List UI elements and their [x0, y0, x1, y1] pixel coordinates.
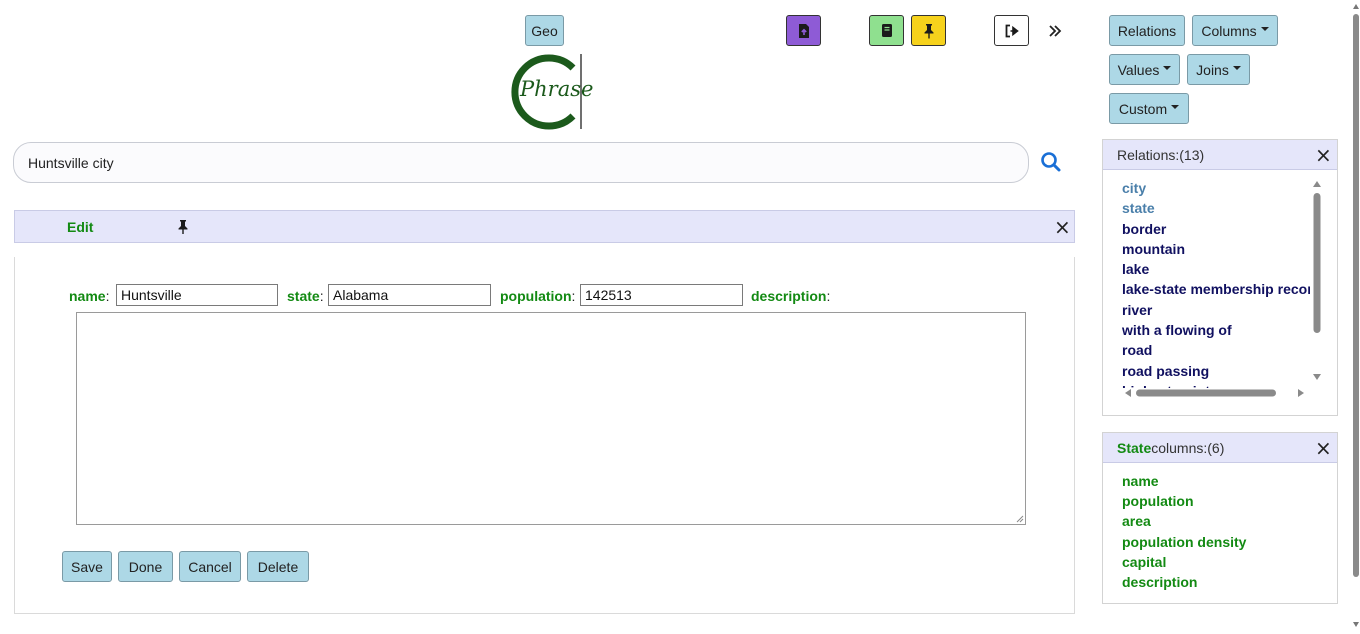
- pin-button[interactable]: [911, 15, 946, 46]
- columns-panel-header: State columns:(6): [1103, 433, 1337, 463]
- pin-icon: [924, 23, 933, 38]
- relation-item[interactable]: city: [1122, 178, 1310, 198]
- relations-close-icon[interactable]: ×: [1315, 145, 1332, 165]
- done-button[interactable]: Done: [118, 551, 173, 582]
- population-label: population:: [500, 288, 576, 304]
- book-icon: [881, 24, 892, 37]
- relations-panel: Relations:(13) × city state border mountain…: [1102, 139, 1338, 416]
- values-dropdown[interactable]: Values: [1109, 54, 1180, 85]
- upload-button[interactable]: [786, 15, 821, 46]
- logout-button[interactable]: [994, 15, 1029, 46]
- search-button[interactable]: [1040, 151, 1062, 173]
- search-input-value: Huntsville city: [28, 154, 114, 171]
- relation-item[interactable]: with a flowing of: [1122, 320, 1310, 340]
- column-item[interactable]: population: [1122, 491, 1322, 511]
- relation-item[interactable]: border: [1122, 219, 1310, 239]
- search-icon: [1041, 152, 1061, 172]
- caret-down-icon: [1163, 65, 1172, 70]
- columns-close-icon[interactable]: ×: [1315, 438, 1332, 458]
- resize-handle-icon[interactable]: [1016, 515, 1024, 523]
- joins-dropdown[interactable]: Joins: [1187, 54, 1250, 85]
- columns-panel-entity: State: [1117, 439, 1152, 456]
- description-label: description:: [751, 288, 831, 304]
- caret-down-icon: [1232, 65, 1241, 70]
- edit-close-icon[interactable]: ×: [1054, 217, 1071, 237]
- relation-item[interactable]: mountain: [1122, 239, 1310, 259]
- column-item[interactable]: capital: [1122, 552, 1322, 572]
- relation-item[interactable]: road passing: [1122, 361, 1310, 381]
- relations-button[interactable]: Relations: [1109, 15, 1185, 46]
- columns-dropdown[interactable]: Columns: [1192, 15, 1278, 46]
- delete-button[interactable]: Delete: [247, 551, 309, 582]
- relations-horizontal-scrollbar[interactable]: [1122, 386, 1310, 400]
- columns-panel-title: columns:(6): [1151, 439, 1225, 456]
- logo: Phrase: [505, 54, 593, 130]
- relation-item[interactable]: lake: [1122, 259, 1310, 279]
- collapse-button[interactable]: [1045, 20, 1065, 42]
- edit-panel-title: Edit: [67, 219, 94, 235]
- save-button[interactable]: Save: [62, 551, 112, 582]
- relation-item[interactable]: state: [1122, 198, 1310, 218]
- state-label: state:: [287, 288, 324, 304]
- double-chevron-right-icon: [1049, 25, 1062, 37]
- pin-icon: [178, 220, 188, 234]
- column-item[interactable]: area: [1122, 511, 1322, 531]
- relation-item[interactable]: road: [1122, 340, 1310, 360]
- cancel-button[interactable]: Cancel: [179, 551, 241, 582]
- population-field[interactable]: 142513: [580, 284, 743, 306]
- columns-list: name population area population density capi…: [1122, 471, 1322, 592]
- relations-list: city state border mountain lake lake-state me…: [1122, 178, 1310, 388]
- state-field[interactable]: Alabama: [328, 284, 491, 306]
- relations-vertical-scrollbar[interactable]: [1310, 178, 1324, 386]
- geo-button[interactable]: Geo: [525, 15, 564, 46]
- page-scrollbar[interactable]: [1352, 0, 1360, 631]
- caret-down-icon: [1171, 104, 1180, 109]
- search-input[interactable]: Huntsville city: [13, 142, 1029, 183]
- caret-down-icon: [1260, 26, 1269, 31]
- book-button[interactable]: [869, 15, 904, 46]
- column-item[interactable]: name: [1122, 471, 1322, 491]
- custom-label: Custom: [1118, 100, 1168, 117]
- relations-panel-title: Relations:(13): [1117, 146, 1205, 163]
- columns-label: Columns: [1201, 22, 1257, 39]
- joins-label: Joins: [1196, 61, 1229, 78]
- edit-panel-header: Edit ×: [14, 210, 1075, 243]
- file-upload-icon: [798, 23, 809, 38]
- logo-text: Phrase: [520, 77, 594, 101]
- column-item[interactable]: population density: [1122, 532, 1322, 552]
- description-textarea[interactable]: [76, 312, 1026, 525]
- name-label: name:: [69, 288, 110, 304]
- sign-out-icon: [1005, 24, 1019, 37]
- edit-pin-button[interactable]: [177, 219, 189, 235]
- column-item[interactable]: description: [1122, 572, 1322, 592]
- relation-item[interactable]: river: [1122, 300, 1310, 320]
- name-field[interactable]: Huntsville: [116, 284, 278, 306]
- relation-item[interactable]: lake-state membership record: [1122, 279, 1310, 299]
- columns-panel: State columns:(6) × name population area po…: [1102, 432, 1338, 604]
- custom-dropdown[interactable]: Custom: [1109, 93, 1189, 124]
- values-label: Values: [1117, 61, 1160, 78]
- relations-panel-header: Relations:(13): [1103, 140, 1337, 170]
